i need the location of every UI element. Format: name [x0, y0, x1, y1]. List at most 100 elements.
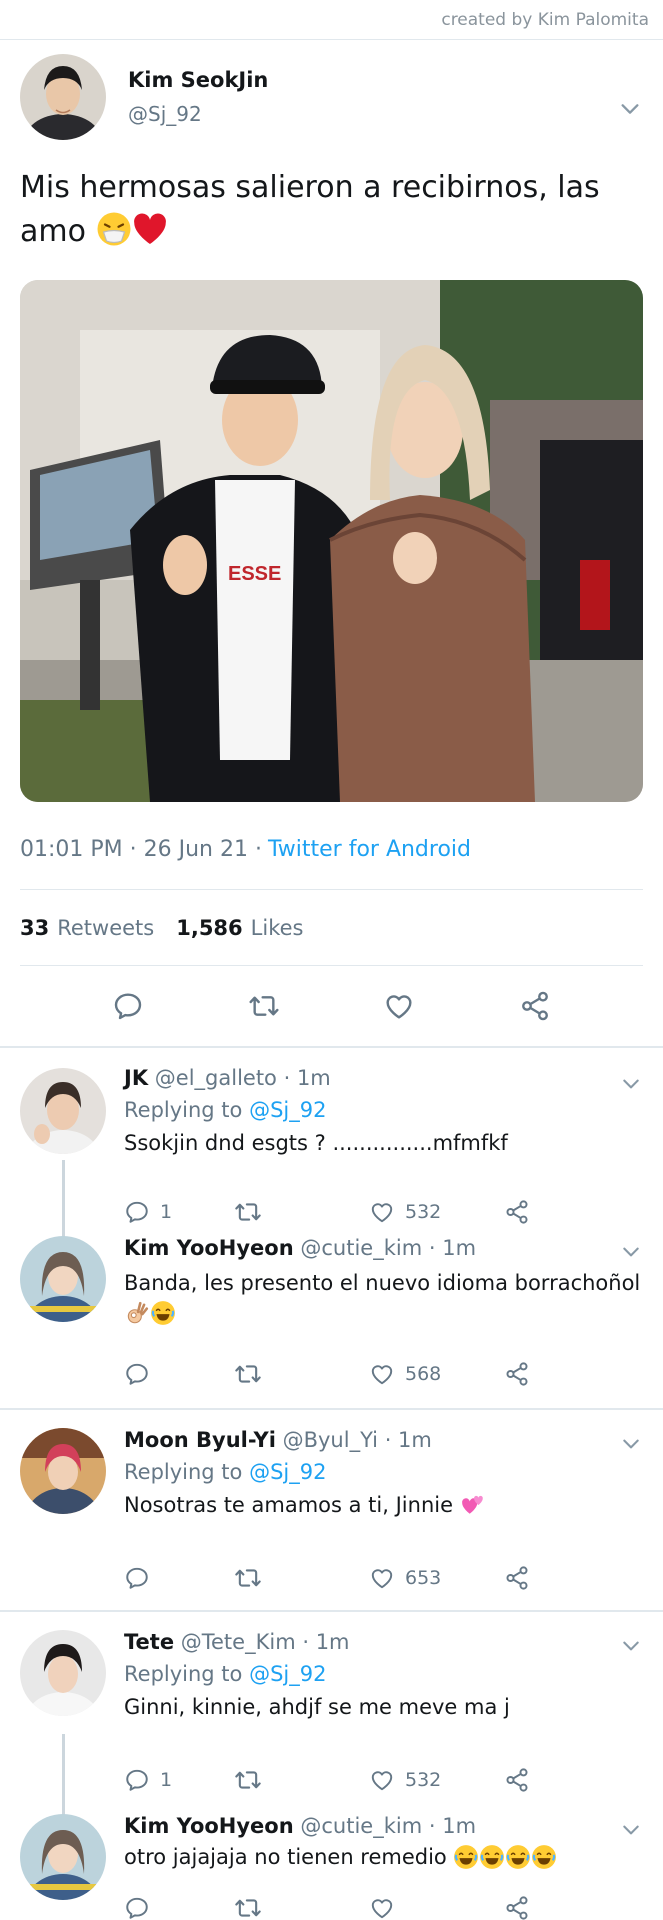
- reply-time: · 1m: [283, 1066, 331, 1090]
- chevron-down-icon[interactable]: [621, 1242, 641, 1262]
- share-icon: [504, 1361, 530, 1387]
- likes-count: 1,586: [176, 915, 243, 940]
- share-button[interactable]: [504, 1199, 540, 1225]
- reply-actions: 1 532: [124, 1198, 564, 1226]
- rofl-emoji-icon: [150, 1300, 176, 1326]
- avatar[interactable]: [20, 1428, 106, 1514]
- like-count: 532: [405, 1769, 442, 1791]
- retweets-stat[interactable]: 33 Retweets: [20, 916, 154, 940]
- main-tweet-header: Kim SeokJin @Sj_92: [20, 54, 643, 142]
- reply-author-handle[interactable]: @cutie_kim: [300, 1236, 422, 1260]
- reply-item[interactable]: Moon Byul-Yi @Byul_Yi · 1m Replying to @…: [0, 1428, 663, 1578]
- reply-icon: [124, 1895, 150, 1920]
- share-icon[interactable]: [519, 990, 551, 1022]
- reply-author-name[interactable]: Moon Byul-Yi: [124, 1428, 276, 1452]
- replies-list: JK @el_galleto · 1m Replying to @Sj_92 S…: [0, 1048, 663, 1920]
- reply-item[interactable]: Tete @Tete_Kim · 1m Replying to @Sj_92 G…: [0, 1630, 663, 1780]
- chevron-down-icon[interactable]: [621, 1074, 641, 1094]
- avatar[interactable]: [20, 54, 106, 140]
- rofl-emoji-icon: [479, 1844, 505, 1870]
- author-name[interactable]: Kim SeokJin: [128, 68, 268, 92]
- avatar[interactable]: [20, 1236, 106, 1322]
- reply-author-handle[interactable]: @cutie_kim: [300, 1814, 422, 1838]
- author-handle[interactable]: @Sj_92: [128, 102, 268, 126]
- two-hearts-emoji-icon: [460, 1492, 486, 1518]
- reply-button[interactable]: 1: [124, 1199, 234, 1225]
- retweet-button[interactable]: [234, 1198, 369, 1226]
- retweet-button[interactable]: [234, 1766, 369, 1794]
- like-icon: [369, 1199, 395, 1225]
- tweet-actions: [20, 966, 643, 1046]
- reply-button[interactable]: [124, 1895, 234, 1920]
- like-button[interactable]: 568: [369, 1361, 504, 1387]
- rofl-emoji-icon: [505, 1844, 531, 1870]
- retweet-button[interactable]: [234, 1894, 369, 1920]
- chevron-down-icon[interactable]: [621, 1636, 641, 1656]
- replying-label: Replying to: [124, 1460, 243, 1484]
- reply-actions: [124, 1894, 564, 1920]
- share-button[interactable]: [504, 1895, 540, 1920]
- like-icon: [369, 1361, 395, 1387]
- reply-text: Ssokjin dnd esgts ? ...............mfmfk…: [124, 1131, 508, 1155]
- retweet-icon: [234, 1766, 262, 1794]
- share-button[interactable]: [504, 1767, 540, 1793]
- tweet-meta: 01:01 PM · 26 Jun 21 · Twitter for Andro…: [20, 810, 643, 890]
- reply-author-name[interactable]: Kim YooHyeon: [124, 1236, 294, 1260]
- avatar[interactable]: [20, 1814, 106, 1900]
- reply-author-handle[interactable]: @el_galleto: [155, 1066, 277, 1090]
- chevron-down-icon[interactable]: [621, 1434, 641, 1454]
- tweet-photo[interactable]: ESSE: [20, 280, 643, 802]
- share-button[interactable]: [504, 1565, 540, 1591]
- share-button[interactable]: [504, 1361, 540, 1387]
- likes-stat[interactable]: 1,586 Likes: [176, 916, 303, 940]
- like-button[interactable]: [369, 1895, 504, 1920]
- retweet-icon[interactable]: [248, 990, 280, 1022]
- retweet-icon: [234, 1894, 262, 1920]
- sneeze-emoji-icon: [96, 211, 132, 247]
- chevron-down-icon[interactable]: [619, 98, 641, 120]
- reply-item[interactable]: Kim YooHyeon @cutie_kim · 1m Banda, les …: [0, 1236, 663, 1376]
- share-icon: [504, 1565, 530, 1591]
- retweets-count: 33: [20, 915, 50, 940]
- reply-author-name[interactable]: JK: [124, 1066, 148, 1090]
- tweet-source-link[interactable]: Twitter for Android: [268, 837, 471, 862]
- reply-button[interactable]: [124, 1565, 234, 1591]
- reply-button[interactable]: 1: [124, 1767, 234, 1793]
- chevron-down-icon[interactable]: [621, 1820, 641, 1840]
- retweet-icon: [234, 1564, 262, 1592]
- reply-actions: 653: [124, 1564, 564, 1592]
- retweets-label: Retweets: [57, 915, 155, 940]
- divider: [0, 1610, 663, 1612]
- reply-time: · 1m: [428, 1814, 477, 1838]
- shirt-print-text: ESSE: [228, 563, 281, 585]
- reply-actions: 1 532: [124, 1766, 564, 1794]
- like-icon: [369, 1767, 395, 1793]
- like-icon[interactable]: [383, 990, 415, 1022]
- mention-link[interactable]: @Sj_92: [249, 1098, 326, 1122]
- reply-button[interactable]: [124, 1361, 234, 1387]
- rofl-emoji-icon: [531, 1844, 557, 1870]
- like-icon: [369, 1895, 395, 1920]
- replying-label: Replying to: [124, 1098, 243, 1122]
- likes-label: Likes: [250, 915, 304, 940]
- like-count: 532: [405, 1201, 442, 1223]
- like-button[interactable]: 653: [369, 1565, 504, 1591]
- avatar[interactable]: [20, 1630, 106, 1716]
- avatar[interactable]: [20, 1068, 106, 1154]
- retweet-button[interactable]: [234, 1360, 369, 1388]
- like-button[interactable]: 532: [369, 1767, 504, 1793]
- reply-icon[interactable]: [112, 990, 144, 1022]
- main-tweet: Kim SeokJin @Sj_92 Mis hermosas salieron…: [0, 40, 663, 1046]
- reply-author-handle[interactable]: @Tete_Kim: [181, 1630, 296, 1654]
- like-count: 653: [405, 1567, 442, 1589]
- like-button[interactable]: 532: [369, 1199, 504, 1225]
- share-icon: [504, 1895, 530, 1920]
- reply-text: Ginni, kinnie, ahdjf se me meve ma j: [124, 1695, 510, 1719]
- mention-link[interactable]: @Sj_92: [249, 1662, 326, 1686]
- reply-text: Nosotras te amamos a ti, Jinnie: [124, 1493, 454, 1517]
- reply-author-name[interactable]: Kim YooHyeon: [124, 1814, 294, 1838]
- reply-author-name[interactable]: Tete: [124, 1630, 174, 1654]
- retweet-button[interactable]: [234, 1564, 369, 1592]
- mention-link[interactable]: @Sj_92: [249, 1460, 326, 1484]
- reply-author-handle[interactable]: @Byul_Yi: [283, 1428, 378, 1452]
